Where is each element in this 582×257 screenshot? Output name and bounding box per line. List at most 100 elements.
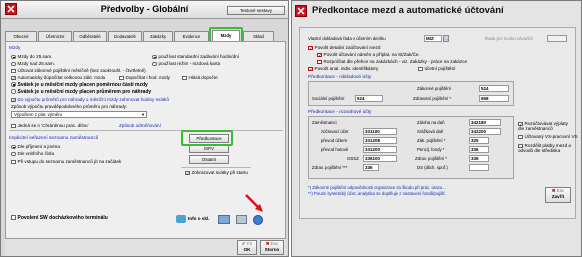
- check-rozuctovavat[interactable]: Rozúčtovávat výplaty dle zaměstnanců: [518, 121, 574, 131]
- checkbox-icon: [11, 97, 16, 103]
- section-implicit-sort: Implicitní seřazení seznamu zaměstnanců: [9, 136, 99, 141]
- title-bar: ✕ Předvolby - Globální Textové sestavy: [1, 1, 288, 19]
- prevod-label: převod účtem: [321, 138, 348, 143]
- check-odmeny[interactable]: Povolit účtování odměn a příplat. na St/…: [317, 52, 420, 58]
- tab-obecne[interactable]: Obecné: [5, 31, 37, 41]
- ossz-label: OSSZ: [347, 156, 359, 161]
- checkbox-icon: [308, 66, 313, 72]
- zamestnanci-label: Zaměstnanci: [312, 120, 337, 125]
- prevod-hotove-input[interactable]: 331200: [363, 146, 397, 153]
- printer-icon[interactable]: [236, 215, 247, 224]
- section-mzdy: Mzdy: [9, 46, 21, 51]
- srazkova-label: Srážková daň: [417, 129, 444, 134]
- zak-poj-input[interactable]: 325: [469, 137, 489, 144]
- storno-label: Storno: [264, 247, 280, 252]
- screen: ✕ Předvolby - Globální Textové sestavy O…: [0, 0, 582, 257]
- check-go-start[interactable]: Při vstupu do seznamu zaměstnanců jít na…: [11, 159, 121, 165]
- ok-button[interactable]: ✔ F2 OK: [237, 240, 257, 255]
- checkbox-icon: [11, 123, 16, 129]
- checkbox-icon: [182, 75, 187, 81]
- radio-mzdy-nad-25[interactable]: Mzdy nad 25.sam.: [11, 61, 55, 67]
- checkbox-icon: [518, 143, 523, 149]
- check-hod-mzdy[interactable]: Dopočítat i hod. mzdy: [119, 75, 170, 81]
- zuctovaci-input[interactable]: 331100: [363, 128, 397, 135]
- prumer-method-select[interactable]: Výpočtem z plat. výměru ▼: [11, 111, 147, 118]
- tab-ucetnictvi[interactable]: Účetnictví: [38, 31, 72, 41]
- check-show-holidays[interactable]: Zobrazovat svátky při startu: [185, 170, 248, 176]
- check-rozdelit[interactable]: Rozdělit platby mezd a odvodů dle středi…: [518, 143, 574, 153]
- tab-evidence[interactable]: Evidence: [174, 31, 209, 41]
- ossz-input[interactable]: 336100: [363, 155, 397, 162]
- socialni-label: Sociální pojištění: [312, 96, 345, 101]
- window-title: Předkontace mezd a automatické účtování: [312, 5, 504, 16]
- zdrav-poj-input[interactable]: 336: [469, 155, 489, 162]
- radio-svatek-prumer[interactable]: Svátek je u měsíční mzdy placen průměrem…: [11, 89, 151, 95]
- penzij-input[interactable]: 336: [469, 146, 489, 153]
- radio-icon: [11, 54, 16, 60]
- socialni-input[interactable]: 524: [355, 95, 383, 102]
- zdravotni-label: Zdravotní pojištění *: [413, 96, 452, 101]
- check-ucto-zakonne[interactable]: Účtovat zákonné pojištění měsíčně (bez z…: [11, 68, 146, 74]
- check-rozpocitat[interactable]: Rozpočítat dle přehce na zakázkách - viz…: [317, 59, 467, 65]
- storno-button[interactable]: ✖ Esc Storno: [260, 240, 284, 255]
- vlastni-rada-input[interactable]: IMZ: [424, 35, 442, 42]
- rozvahove-frame: Zaměstnanci Záloha na daň 342180 zúčtova…: [308, 116, 514, 179]
- zakonne-label: Zákonné pojištění: [417, 86, 451, 91]
- info-skl-label[interactable]: Info o skl.: [188, 216, 209, 221]
- check-auto-dopocet[interactable]: Automaticky dopočítat celkovou zákl. mzd…: [11, 75, 105, 81]
- mzdy-panel: Mzdy Mzdy do 25.sam. používat standardní…: [5, 41, 286, 239]
- check-ucetni-pojisteni[interactable]: účetní pojištění: [418, 66, 455, 72]
- check-chranena-dilna[interactable]: Jedná se o 'Chráněnou prac. dílnu': [11, 123, 88, 129]
- zavrit-button[interactable]: ✖ Esc Zavřít: [545, 187, 571, 203]
- radio-mzdova-karta[interactable]: používat režim - mzdová karta: [152, 61, 220, 67]
- checkbox-icon: [518, 121, 523, 127]
- zakonne-input[interactable]: 524: [479, 85, 509, 92]
- radio-standard-hours[interactable]: používat standardní zadávání hodin/dní: [152, 54, 239, 60]
- tab-sklad[interactable]: Sklad: [243, 31, 274, 41]
- prevod-input[interactable]: 331208: [363, 137, 397, 144]
- radio-svatek-pomerna[interactable]: Svátek je u měsíční mzdy placen poměrnou…: [11, 82, 148, 88]
- checkbox-icon: [518, 134, 523, 140]
- zalohy-input[interactable]: 342180: [469, 119, 501, 126]
- ds-input[interactable]: [469, 164, 489, 171]
- check-prumery-svatky[interactable]: Do výpočtu průměrů pro náhrady u měsíční…: [11, 97, 169, 103]
- check-hlasit-dopocet[interactable]: Hlásit dopočet: [182, 75, 218, 81]
- zdrav-poj-label: Zdrav. pojištění *: [415, 156, 447, 161]
- preferences-window: ✕ Předvolby - Globální Textové sestavy O…: [0, 0, 289, 257]
- close-icon[interactable]: ✕: [295, 5, 307, 18]
- predkontace-panel: Vlastní dokladová řada v účetním deníku …: [299, 27, 578, 219]
- check-anal-ident[interactable]: Povolit anal. indiv. identifikátory: [308, 66, 378, 72]
- label-zpusob-odmenovani: Způsob odměňování: [119, 123, 161, 128]
- check-ucto-vs[interactable]: Účtovaný VS-pracovní VS: [518, 134, 578, 140]
- help-icon[interactable]: [253, 215, 263, 225]
- tab-odberatele[interactable]: Odběratelé: [73, 31, 107, 41]
- checkbox-icon: [418, 66, 423, 72]
- tab-dodavatele[interactable]: Dodavatelé: [108, 31, 142, 41]
- text-reports-button[interactable]: Textové sestavy: [227, 6, 285, 15]
- radio-mzdy-do-25[interactable]: Mzdy do 25.sam.: [11, 54, 52, 60]
- checkbox-icon: [185, 170, 190, 176]
- note-1: *) Zákonné pojištění odpovědnosti organi…: [308, 185, 446, 190]
- checkbox-icon: [11, 159, 16, 165]
- folder-icon[interactable]: [218, 215, 230, 224]
- radio-icon: [152, 61, 157, 67]
- radio-sort-number[interactable]: Dle vnitřního čísla: [11, 151, 54, 157]
- note-2: **) Pouze syntetický účet, analytika se …: [308, 191, 446, 196]
- ok-label: OK: [243, 247, 251, 252]
- radio-icon: [11, 144, 16, 150]
- check-dochazka[interactable]: Povolení SW docházkového terminálu: [11, 215, 108, 221]
- zdravotni-input[interactable]: 568: [479, 95, 509, 102]
- srazkova-input[interactable]: 342200: [469, 128, 501, 135]
- network-icon: [176, 215, 186, 223]
- radio-icon: [11, 82, 16, 87]
- zdrav-poj2-input[interactable]: 336: [363, 164, 379, 171]
- ostatni-button[interactable]: Ostatní: [189, 155, 229, 164]
- radio-sort-name[interactable]: Dle příjmení a jména: [11, 144, 60, 150]
- checkbox-icon: [317, 52, 322, 58]
- tab-zakazky[interactable]: Zakázky: [143, 31, 173, 41]
- lookup-icon[interactable]: …: [443, 35, 449, 42]
- check-detailni[interactable]: Povolit detailní zaúčtování mezd: [308, 45, 380, 51]
- radio-icon: [11, 151, 16, 157]
- rada-zavazku-input[interactable]: [547, 35, 567, 42]
- zak-poj-label: Zák. pojištění *: [417, 138, 446, 143]
